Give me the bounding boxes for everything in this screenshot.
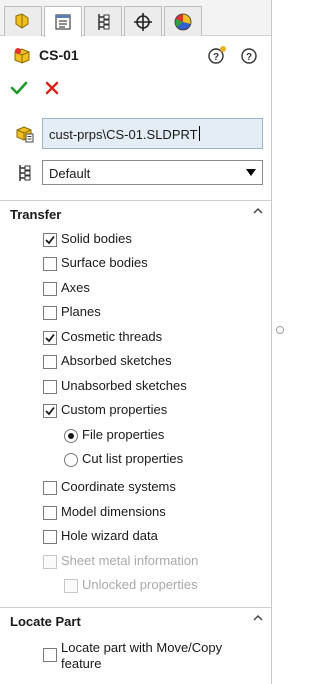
surface-bodies-checkbox[interactable] <box>43 257 57 271</box>
axes-label: Axes <box>61 280 90 295</box>
cancel-icon[interactable] <box>42 78 62 98</box>
transfer-section-title: Transfer <box>10 207 62 222</box>
hole-wizard-data-checkbox[interactable] <box>43 530 57 544</box>
configuration-select[interactable]: Default <box>42 160 263 185</box>
custom-properties-label: Custom properties <box>61 402 168 417</box>
configuration-select-value: Default <box>49 166 91 181</box>
custom-properties-file-icon <box>16 126 34 143</box>
planes-option[interactable]: Planes <box>0 303 271 325</box>
dropdown-arrow-icon <box>246 169 256 176</box>
display-manager-icon <box>174 13 192 30</box>
tab-configuration-manager[interactable] <box>84 6 122 36</box>
axes-option[interactable]: Axes <box>0 279 271 301</box>
hole-wizard-data-label: Hole wizard data <box>61 528 158 543</box>
planes-label: Planes <box>61 304 101 319</box>
part-file-path-field[interactable]: cust-prps\CS-01.SLDPRT <box>42 118 263 149</box>
model-dimensions-label: Model dimensions <box>61 504 166 519</box>
cosmetic-threads-option[interactable]: Cosmetic threads <box>0 328 271 350</box>
sheet-metal-information-checkbox <box>43 555 57 569</box>
cosmetic-threads-checkbox[interactable] <box>43 331 57 345</box>
panel-title: CS-01 <box>39 47 79 63</box>
model-dimensions-option[interactable]: Model dimensions <box>0 503 271 525</box>
checkmark-icon <box>45 333 55 343</box>
svg-text:?: ? <box>213 52 219 63</box>
unabsorbed-sketches-label: Unabsorbed sketches <box>61 378 187 393</box>
splitter-grip-icon[interactable] <box>276 326 284 334</box>
cut-list-properties-radio[interactable] <box>64 453 78 467</box>
solid-bodies-label: Solid bodies <box>61 231 132 246</box>
property-manager-panel: CS-01 ? ? cust-prps\CS-01.SLDPRT Default… <box>0 0 271 684</box>
svg-text:?: ? <box>246 52 252 63</box>
cut-list-properties-label: Cut list properties <box>82 451 184 466</box>
unlocked-properties-label: Unlocked properties <box>82 577 198 592</box>
cut-list-properties-option[interactable]: Cut list properties <box>0 450 271 472</box>
unlocked-properties-checkbox <box>64 579 78 593</box>
sheet-metal-information-label: Sheet metal information <box>61 553 199 568</box>
transfer-section-header[interactable]: Transfer <box>0 200 271 222</box>
absorbed-sketches-label: Absorbed sketches <box>61 353 172 368</box>
configuration-manager-icon <box>98 13 110 30</box>
model-dimensions-checkbox[interactable] <box>43 506 57 520</box>
unabsorbed-sketches-option[interactable]: Unabsorbed sketches <box>0 377 271 399</box>
locate-part-checkbox[interactable] <box>43 648 57 662</box>
unlocked-properties-option: Unlocked properties <box>0 576 271 598</box>
solid-bodies-checkbox[interactable] <box>43 233 57 247</box>
text-caret <box>198 126 200 141</box>
locate-part-section-title: Locate Part <box>10 614 81 629</box>
ok-icon[interactable] <box>9 78 29 98</box>
whats-new-icon[interactable]: ? <box>207 45 227 65</box>
file-properties-option[interactable]: File properties <box>0 426 271 448</box>
part-file-path-text: cust-prps\CS-01.SLDPRT <box>49 127 198 142</box>
hole-wizard-data-option[interactable]: Hole wizard data <box>0 527 271 549</box>
unabsorbed-sketches-checkbox[interactable] <box>43 380 57 394</box>
part-icon <box>14 48 30 64</box>
sheet-metal-information-option: Sheet metal information <box>0 552 271 574</box>
absorbed-sketches-checkbox[interactable] <box>43 355 57 369</box>
chevron-up-icon[interactable] <box>252 612 264 624</box>
chevron-up-icon[interactable] <box>252 205 264 217</box>
locate-part-label: Locate part with Move/Copy feature <box>61 640 222 672</box>
manager-tab-bar <box>0 0 271 37</box>
help-icon[interactable]: ? <box>239 45 259 65</box>
action-buttons <box>0 76 271 100</box>
property-manager-icon <box>15 12 29 29</box>
tab-display-manager[interactable] <box>164 6 202 36</box>
configuration-icon <box>19 165 31 181</box>
surface-bodies-label: Surface bodies <box>61 255 148 270</box>
tab-property-manager[interactable] <box>4 6 42 36</box>
checkmark-icon <box>45 406 55 416</box>
locate-part-label-line1: Locate part with Move/Copy <box>61 640 223 655</box>
panel-header: CS-01 ? ? <box>0 42 271 72</box>
feature-manager-icon <box>55 14 71 30</box>
file-properties-label: File properties <box>82 427 165 442</box>
absorbed-sketches-option[interactable]: Absorbed sketches <box>0 352 271 374</box>
solid-bodies-option[interactable]: Solid bodies <box>0 230 271 252</box>
coordinate-systems-option[interactable]: Coordinate systems <box>0 478 271 500</box>
radio-dot-icon <box>68 433 74 439</box>
tab-feature-manager[interactable] <box>44 6 82 37</box>
locate-part-label-line2: feature <box>61 656 102 671</box>
dimxpert-manager-icon <box>134 12 152 31</box>
locate-part-section-header[interactable]: Locate Part <box>0 607 271 629</box>
locate-part-option[interactable]: Locate part with Move/Copy feature <box>0 640 271 674</box>
surface-bodies-option[interactable]: Surface bodies <box>0 254 271 276</box>
custom-properties-option[interactable]: Custom properties <box>0 401 271 423</box>
planes-checkbox[interactable] <box>43 306 57 320</box>
checkmark-icon <box>45 235 55 245</box>
coordinate-systems-checkbox[interactable] <box>43 481 57 495</box>
coordinate-systems-label: Coordinate systems <box>61 479 176 494</box>
custom-properties-checkbox[interactable] <box>43 404 57 418</box>
tab-dimxpert-manager[interactable] <box>124 6 162 36</box>
panel-splitter[interactable] <box>271 0 289 684</box>
axes-checkbox[interactable] <box>43 282 57 296</box>
cosmetic-threads-label: Cosmetic threads <box>61 329 163 344</box>
file-properties-radio[interactable] <box>64 429 78 443</box>
